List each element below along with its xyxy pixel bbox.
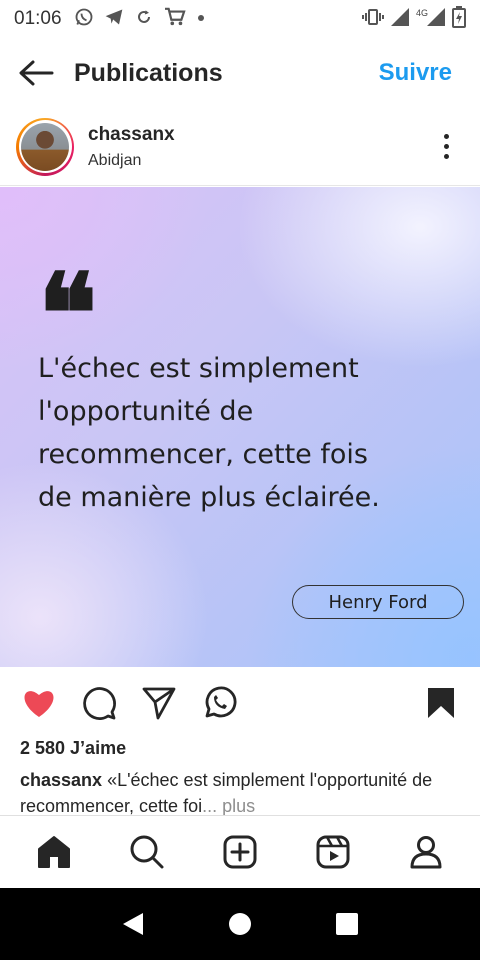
post-actions bbox=[0, 680, 480, 726]
signal-icon bbox=[390, 7, 410, 32]
bookmark-icon[interactable] bbox=[422, 684, 460, 722]
post-caption: chassanx «L'échec est simplement l'oppor… bbox=[20, 767, 460, 815]
caption-more-link[interactable]: ... plus bbox=[202, 796, 255, 815]
post-header: chassanx Abidjan bbox=[0, 108, 480, 186]
bottom-navigation bbox=[0, 815, 480, 888]
dot bbox=[443, 144, 449, 149]
signal-4g-icon bbox=[426, 7, 446, 32]
comment-icon[interactable] bbox=[80, 684, 118, 722]
location-link[interactable]: Abidjan bbox=[88, 152, 175, 170]
quote-line: L'échec est simplement bbox=[38, 353, 359, 384]
sync-icon bbox=[134, 7, 154, 32]
telegram-icon bbox=[104, 7, 124, 32]
likes-count[interactable]: 2 580 J’aime bbox=[20, 738, 126, 759]
cart-icon bbox=[164, 7, 186, 32]
page-title: Publications bbox=[74, 58, 223, 87]
more-options-icon[interactable] bbox=[434, 127, 458, 167]
status-time: 01:06 bbox=[14, 8, 62, 29]
profile-icon[interactable] bbox=[402, 828, 450, 876]
quote-line: l'opportunité de bbox=[38, 396, 254, 427]
story-ring[interactable] bbox=[16, 117, 74, 176]
whatsapp-share-icon[interactable] bbox=[200, 684, 238, 722]
home-icon[interactable] bbox=[30, 828, 78, 876]
battery-charging-icon bbox=[452, 5, 466, 33]
network-type: 4G bbox=[415, 8, 428, 18]
back-arrow-icon[interactable] bbox=[16, 53, 56, 93]
reels-icon[interactable] bbox=[309, 828, 357, 876]
share-icon[interactable] bbox=[140, 684, 178, 722]
caption-username[interactable]: chassanx bbox=[20, 770, 102, 790]
quote-text: L'échec est simplement l'opportunité de … bbox=[38, 347, 448, 519]
quote-author: Henry Ford bbox=[292, 585, 464, 619]
post-image[interactable]: ❝ L'échec est simplement l'opportunité d… bbox=[0, 187, 480, 667]
quote-line: recommencer, cette fois bbox=[38, 439, 368, 470]
back-triangle-icon[interactable] bbox=[113, 904, 153, 944]
follow-button[interactable]: Suivre bbox=[379, 59, 452, 87]
recents-square-icon[interactable] bbox=[327, 904, 367, 944]
add-post-icon[interactable] bbox=[216, 828, 264, 876]
system-status-icons: 4G bbox=[361, 5, 466, 33]
avatar-border bbox=[18, 120, 72, 173]
system-navigation-bar bbox=[0, 888, 480, 960]
user-info: chassanx Abidjan bbox=[88, 124, 175, 170]
dot-icon bbox=[196, 10, 206, 28]
vibrate-icon bbox=[361, 8, 384, 31]
search-icon[interactable] bbox=[123, 828, 171, 876]
dot bbox=[443, 134, 449, 139]
action-icons-group bbox=[20, 684, 238, 722]
notification-icons bbox=[74, 7, 206, 32]
like-heart-icon[interactable] bbox=[20, 684, 58, 722]
status-bar: 01:06 4G bbox=[0, 0, 480, 38]
quote-line: de manière plus éclairée. bbox=[38, 482, 380, 513]
avatar[interactable] bbox=[21, 122, 69, 171]
whatsapp-icon bbox=[74, 7, 94, 32]
username-link[interactable]: chassanx bbox=[88, 124, 175, 146]
top-header: Publications Suivre bbox=[0, 38, 480, 108]
home-circle-icon[interactable] bbox=[220, 904, 260, 944]
dot bbox=[443, 154, 449, 159]
